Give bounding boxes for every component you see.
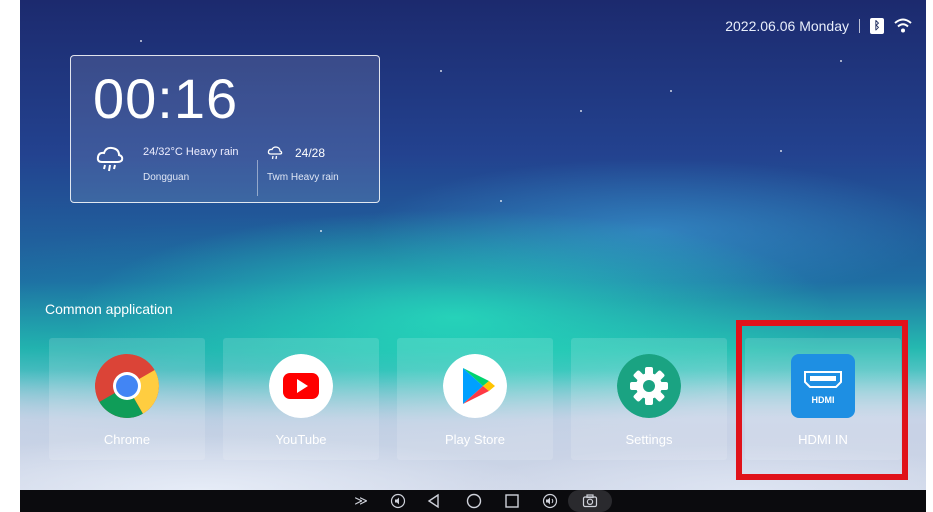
status-divider bbox=[859, 19, 860, 33]
camera-icon bbox=[582, 494, 598, 508]
tomorrow-temp: 24/28 bbox=[295, 146, 326, 160]
rain-cloud-icon bbox=[267, 146, 283, 160]
star bbox=[580, 110, 582, 112]
today-weather: 24/32°C Heavy rain Dongguan bbox=[95, 140, 255, 190]
app-tile-play-store[interactable]: Play Store bbox=[397, 338, 553, 460]
weather-divider bbox=[257, 160, 258, 196]
app-tile-youtube[interactable]: YouTube bbox=[223, 338, 379, 460]
star bbox=[840, 60, 842, 62]
app-tile-chrome[interactable]: Chrome bbox=[49, 338, 205, 460]
star bbox=[780, 150, 782, 152]
navigation-bar: ≫ bbox=[20, 490, 926, 512]
app-label: Chrome bbox=[103, 432, 151, 447]
star bbox=[320, 230, 322, 232]
back-icon[interactable] bbox=[426, 493, 442, 509]
screenshot-button[interactable] bbox=[568, 490, 612, 512]
collapse-icon[interactable]: ≫ bbox=[353, 493, 369, 509]
star bbox=[500, 200, 502, 202]
tomorrow-weather: 24/28 Twm Heavy rain bbox=[267, 140, 377, 190]
weather-city: Dongguan bbox=[143, 172, 190, 183]
highlight-box bbox=[736, 320, 908, 480]
play-store-icon bbox=[443, 354, 507, 418]
recents-icon[interactable] bbox=[504, 493, 520, 509]
wifi-icon bbox=[894, 18, 912, 33]
settings-gear-icon bbox=[617, 354, 681, 418]
clock-weather-widget[interactable]: 00:16 24/32°C Heavy rain Dongguan 24/28 … bbox=[70, 55, 380, 203]
star bbox=[140, 40, 142, 42]
chrome-icon bbox=[95, 354, 159, 418]
app-tile-settings[interactable]: Settings bbox=[571, 338, 727, 460]
tomorrow-desc: Twm Heavy rain bbox=[267, 172, 339, 183]
launcher-screen: 2022.06.06 Monday ᛒ 00:16 24/32°C Heavy … bbox=[20, 0, 926, 512]
app-label: Settings bbox=[625, 432, 673, 447]
youtube-icon bbox=[269, 354, 333, 418]
volume-up-icon[interactable] bbox=[542, 493, 558, 509]
status-bar: 2022.06.06 Monday ᛒ bbox=[725, 18, 912, 34]
heavy-rain-icon bbox=[96, 146, 124, 172]
star bbox=[670, 90, 672, 92]
app-label: YouTube bbox=[275, 432, 327, 447]
today-weather-range: 24/32°C Heavy rain bbox=[143, 146, 239, 158]
home-icon[interactable] bbox=[466, 493, 482, 509]
clock-time: 00:16 bbox=[93, 67, 239, 130]
bluetooth-icon: ᛒ bbox=[870, 18, 884, 34]
volume-down-icon[interactable] bbox=[390, 493, 406, 509]
star bbox=[440, 70, 442, 72]
app-label: Play Store bbox=[445, 432, 505, 447]
section-title: Common application bbox=[45, 301, 173, 317]
date-text: 2022.06.06 Monday bbox=[725, 18, 849, 34]
